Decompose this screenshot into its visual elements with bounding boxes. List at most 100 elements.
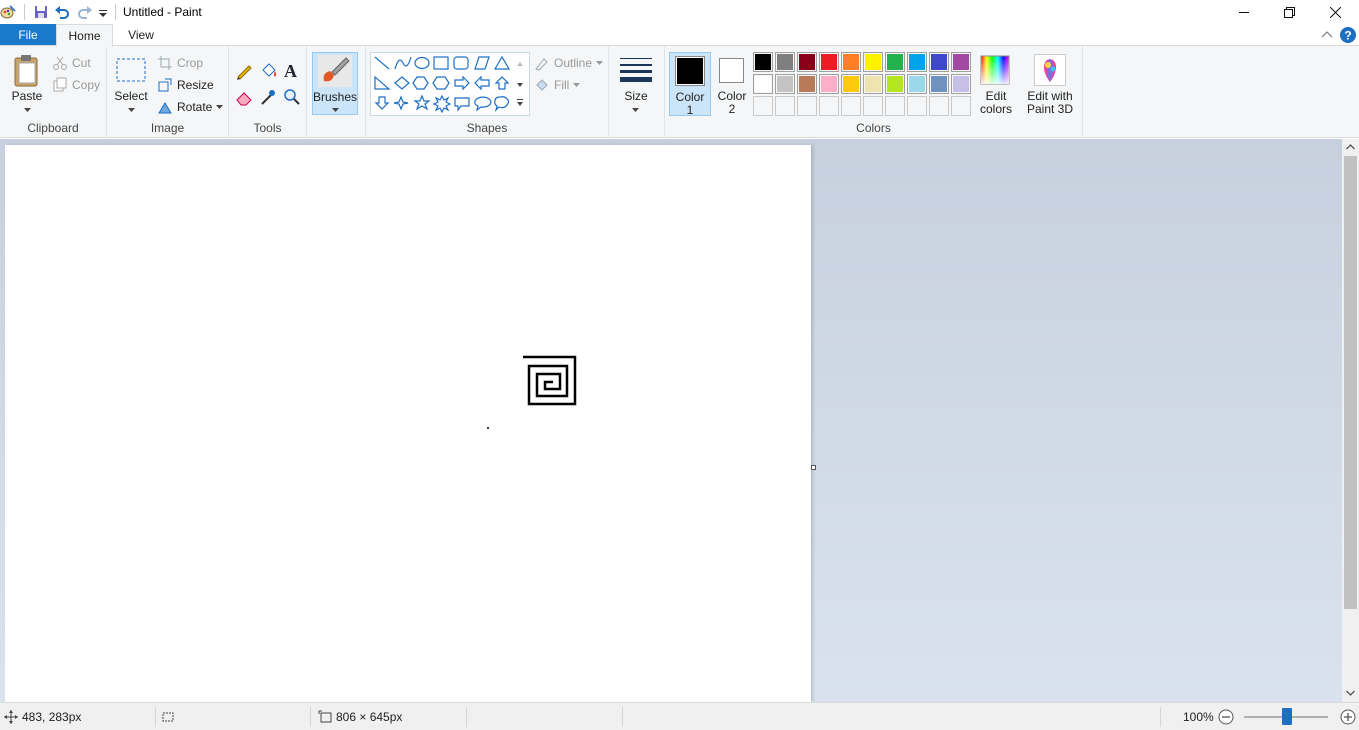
chevron-down-icon (632, 108, 639, 112)
zoom-in-icon[interactable] (1340, 709, 1356, 725)
palette-swatch[interactable] (951, 74, 971, 94)
color1-button[interactable]: Color 1 (669, 52, 711, 117)
paste-button[interactable]: Paste (6, 52, 48, 116)
palette-swatch[interactable] (775, 52, 795, 72)
collapse-ribbon-icon[interactable] (1321, 30, 1333, 40)
palette-swatch-empty[interactable] (775, 96, 795, 116)
eraser-icon[interactable] (235, 88, 253, 106)
cut-button[interactable]: Cut (52, 55, 91, 71)
palette-swatch[interactable] (819, 74, 839, 94)
resize-button[interactable]: Resize (157, 77, 214, 93)
status-divider (1160, 707, 1161, 727)
palette-swatch[interactable] (819, 52, 839, 72)
outline-button[interactable]: Outline (534, 55, 604, 71)
zoom-slider-thumb[interactable] (1282, 708, 1292, 725)
size-button[interactable]: Size (614, 52, 658, 116)
palette-swatch-empty[interactable] (819, 96, 839, 116)
palette-swatch-empty[interactable] (797, 96, 817, 116)
palette-swatch[interactable] (907, 52, 927, 72)
magnifier-icon[interactable] (283, 88, 301, 106)
drawing-canvas[interactable] (5, 145, 811, 702)
swatch-fill (931, 98, 947, 114)
undo-icon[interactable] (54, 4, 70, 20)
paste-label: Paste (11, 89, 43, 103)
cursor-position: 483, 283px (22, 710, 82, 724)
tab-file[interactable]: File (0, 24, 56, 46)
palette-swatch[interactable] (885, 74, 905, 94)
swatch-fill (821, 98, 837, 114)
paint-app-icon[interactable] (0, 4, 16, 20)
help-icon[interactable]: ? (1339, 26, 1357, 44)
zoom-out-icon[interactable] (1218, 709, 1234, 725)
outline-icon (535, 58, 548, 71)
fill-button[interactable]: Fill (534, 77, 581, 93)
canvas-size-icon (318, 710, 332, 723)
palette-swatch[interactable] (929, 52, 949, 72)
palette-swatch[interactable] (797, 74, 817, 94)
palette-swatch-empty[interactable] (863, 96, 883, 116)
fill-bucket-icon[interactable] (259, 62, 277, 80)
vertical-scrollbar[interactable] (1342, 139, 1359, 702)
pencil-icon[interactable] (235, 62, 253, 80)
scroll-thumb[interactable] (1344, 156, 1357, 609)
edit-with-paint3d-button[interactable]: Edit with Paint 3D (1022, 52, 1078, 116)
palette-swatch-empty[interactable] (907, 96, 927, 116)
brushes-button[interactable]: Brushes (312, 52, 358, 115)
palette-swatch-empty[interactable] (929, 96, 949, 116)
palette-swatch[interactable] (951, 52, 971, 72)
dot-mark (487, 427, 489, 429)
shapes-scroll[interactable] (514, 52, 526, 116)
palette-swatch[interactable] (907, 74, 927, 94)
select-label: Select (114, 89, 148, 103)
palette-swatch[interactable] (863, 74, 883, 94)
swatch-fill (909, 54, 925, 70)
swatch-fill (865, 98, 881, 114)
chevron-down-icon (596, 60, 604, 65)
scroll-down-arrow-icon[interactable] (1346, 690, 1355, 696)
cut-label: Cut (72, 56, 91, 70)
palette-swatch-empty[interactable] (841, 96, 861, 116)
palette-swatch[interactable] (863, 52, 883, 72)
restore-icon (1283, 6, 1295, 18)
resize-label: Resize (177, 78, 214, 92)
scroll-up-arrow-icon[interactable] (1346, 144, 1355, 150)
tab-home[interactable]: Home (56, 24, 113, 47)
palette-swatch[interactable] (841, 74, 861, 94)
palette-swatch[interactable] (797, 52, 817, 72)
redo-icon[interactable] (77, 4, 93, 20)
color2-button[interactable]: Color 2 (711, 52, 753, 116)
swatch-fill (953, 98, 969, 114)
palette-swatch[interactable] (775, 74, 795, 94)
palette-swatch-empty[interactable] (951, 96, 971, 116)
close-button[interactable] (1312, 0, 1358, 24)
palette-swatch-empty[interactable] (753, 96, 773, 116)
select-button[interactable]: Select (113, 52, 149, 116)
text-icon[interactable]: A (283, 60, 301, 80)
restore-button[interactable] (1266, 0, 1312, 24)
color-picker-icon[interactable] (259, 88, 277, 106)
canvas-resize-handle[interactable] (811, 465, 816, 470)
swatch-fill (777, 98, 793, 114)
palette-swatch[interactable] (753, 74, 773, 94)
palette-swatch[interactable] (885, 52, 905, 72)
crop-button[interactable]: Crop (157, 55, 203, 71)
palette-swatch[interactable] (841, 52, 861, 72)
rotate-button[interactable]: Rotate (157, 99, 224, 115)
ribbon-home: Paste Cut Copy Clipboard Select Crop Res… (0, 45, 1359, 138)
shapes-gallery-icons[interactable] (371, 53, 529, 115)
palette-swatch-empty[interactable] (885, 96, 905, 116)
tab-view[interactable]: View (113, 24, 169, 46)
save-icon[interactable] (33, 4, 49, 20)
minimize-button[interactable] (1221, 0, 1267, 24)
edit-colors-button[interactable]: Edit colors (976, 52, 1016, 116)
size-label: Size (624, 89, 648, 103)
copy-button[interactable]: Copy (52, 77, 100, 93)
palette-swatch[interactable] (929, 74, 949, 94)
ribbon-tabs: File Home View ? (0, 24, 1359, 47)
customize-quick-access-icon[interactable] (97, 4, 109, 20)
tools-group: A Tools (229, 46, 307, 138)
canvas-size: 806 × 645px (336, 710, 403, 724)
swatch-fill (755, 98, 771, 114)
palette-swatch[interactable] (753, 52, 773, 72)
cursor-position-icon (4, 710, 18, 724)
